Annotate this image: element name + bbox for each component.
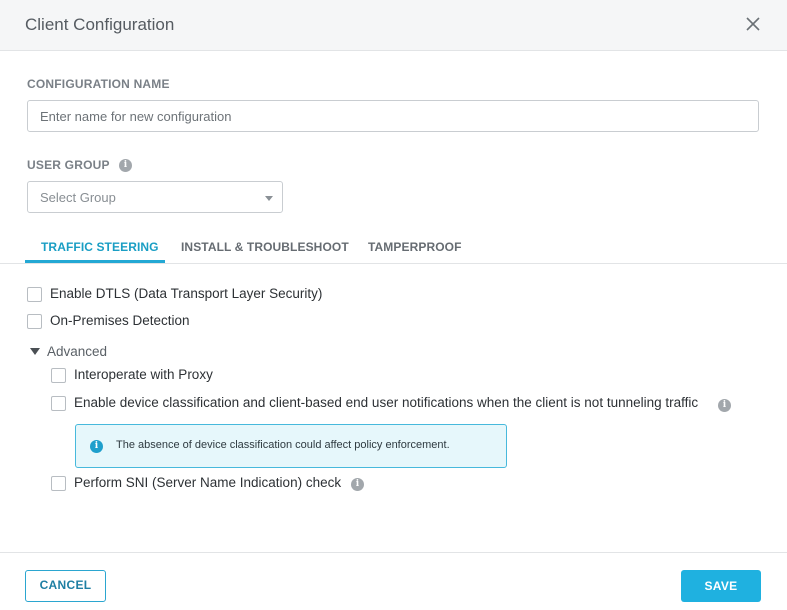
enable-dtls-label: Enable DTLS (Data Transport Layer Securi… [50,286,323,301]
dialog-header: Client Configuration [0,0,787,51]
caret-down-icon [30,348,40,355]
on-premises-detection-label: On-Premises Detection [50,313,190,328]
info-icon[interactable]: i [351,478,364,491]
device-classification-label: Enable device classification and client-… [74,395,699,410]
configuration-name-input[interactable] [27,100,759,132]
dialog-title: Client Configuration [25,15,175,34]
cancel-button[interactable]: CANCEL [25,570,106,602]
user-group-label: USER GROUP [27,158,110,172]
close-icon[interactable] [744,15,762,33]
configuration-name-label: CONFIGURATION NAME [27,77,170,91]
save-button[interactable]: SAVE [681,570,761,602]
notice-text: The absence of device classification cou… [116,439,450,451]
chevron-down-icon [265,196,273,201]
sni-check-label: Perform SNI (Server Name Indication) che… [74,475,342,490]
info-icon[interactable]: i [119,159,133,173]
tab-tamperproof[interactable]: TAMPERPROOF [368,240,462,254]
tab-install-troubleshoot[interactable]: INSTALL & TROUBLESHOOT [181,240,349,254]
on-premises-detection-checkbox[interactable] [27,314,42,329]
config-tabs: TRAFFIC STEERING INSTALL & TROUBLESHOOT … [0,230,787,264]
advanced-label: Advanced [47,344,108,359]
info-notice: i The absence of device classification c… [75,424,507,468]
info-icon: i [90,440,103,453]
sni-check-checkbox[interactable] [51,476,66,491]
user-group-label-row: USER GROUP i [27,158,133,173]
enable-dtls-checkbox[interactable] [27,287,42,302]
tab-traffic-steering[interactable]: TRAFFIC STEERING [41,240,159,254]
device-classification-checkbox[interactable] [51,396,66,411]
active-tab-indicator [25,260,165,263]
interoperate-proxy-checkbox[interactable] [51,368,66,383]
user-group-select[interactable]: Select Group [27,181,283,213]
dialog-footer: CANCEL SAVE [0,552,787,610]
info-icon[interactable]: i [718,399,731,412]
user-group-select-value: Select Group [40,190,116,205]
interoperate-proxy-label: Interoperate with Proxy [74,367,213,382]
